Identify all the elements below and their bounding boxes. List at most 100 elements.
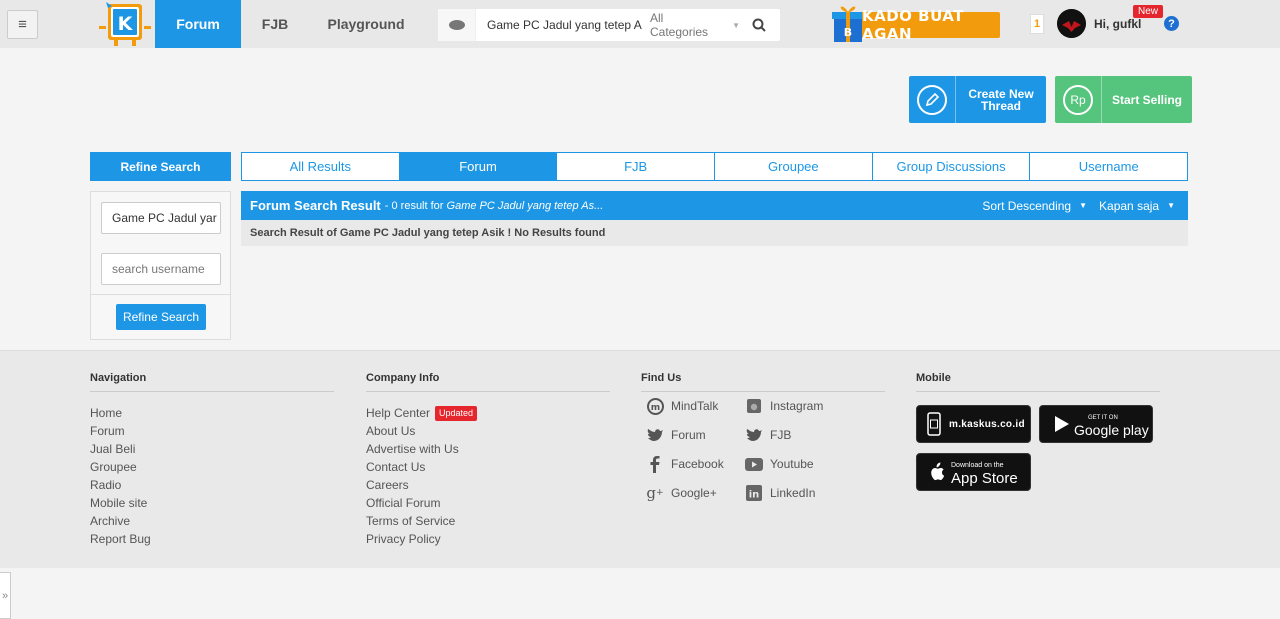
result-query: Game PC Jadul yang tetep As...: [446, 199, 604, 212]
notification-count[interactable]: 1: [1030, 14, 1044, 34]
svg-text:m: m: [650, 403, 659, 413]
help-icon[interactable]: ?: [1164, 16, 1179, 31]
promo-banner[interactable]: B KADO BUAT AGAN: [832, 2, 1000, 44]
promo-text: KADO BUAT AGAN: [862, 7, 1000, 43]
footer-link-contact-us[interactable]: Contact Us: [366, 458, 610, 476]
search-button[interactable]: [740, 9, 778, 41]
twitter-icon: [745, 426, 763, 444]
footer-link-about-us[interactable]: About Us: [366, 422, 610, 440]
tab-username[interactable]: Username: [1030, 153, 1187, 180]
search-input[interactable]: [476, 9, 642, 41]
footer-link-home[interactable]: Home: [90, 404, 334, 422]
google-play-button[interactable]: GET IT ON Google play: [1039, 405, 1153, 443]
mobile-site-label: m.kaskus.co.id: [949, 418, 1025, 430]
linkedin-icon: in: [745, 484, 763, 502]
social-forum-twitter[interactable]: Forum: [646, 426, 706, 444]
kaskus-logo[interactable]: K: [96, 0, 154, 46]
footer: Navigation Home Forum Jual Beli Groupee …: [0, 350, 1280, 568]
refine-search-button[interactable]: Refine Search: [116, 304, 206, 330]
new-badge: New: [1133, 5, 1164, 18]
avatar-image: [1057, 9, 1086, 38]
chat-icon[interactable]: [438, 9, 476, 41]
youtube-icon: [745, 455, 763, 473]
social-forum-label: Forum: [671, 428, 706, 442]
social-facebook[interactable]: Facebook: [646, 455, 724, 473]
tab-groupee[interactable]: Groupee: [715, 153, 873, 180]
start-selling-label: Start Selling: [1111, 92, 1182, 107]
user-greeting[interactable]: Hi, gufkl: [1094, 17, 1141, 31]
category-select-label: All Categories: [650, 11, 709, 39]
social-mindtalk-label: MindTalk: [671, 399, 719, 413]
tab-group-discussions[interactable]: Group Discussions: [873, 153, 1031, 180]
caret-down-icon: ▼: [1167, 201, 1175, 210]
footer-link-privacy[interactable]: Privacy Policy: [366, 530, 610, 548]
start-selling-button[interactable]: Rp Start Selling: [1055, 76, 1192, 123]
social-instagram[interactable]: Instagram: [745, 397, 823, 415]
create-thread-button[interactable]: Create New Thread: [909, 76, 1046, 123]
top-header: ≡ K Forum FJB Playground All Categories …: [0, 0, 1280, 48]
rupiah-icon-text: Rp: [1063, 84, 1093, 115]
nav-tab-fjb[interactable]: FJB: [246, 0, 304, 48]
refine-search-panel: Game PC Jadul yar search username Refine…: [90, 191, 231, 340]
app-store-button[interactable]: Download on the App Store: [916, 453, 1031, 491]
tab-fjb[interactable]: FJB: [557, 153, 716, 180]
social-youtube-label: Youtube: [770, 457, 814, 471]
page-bottom: [0, 568, 1280, 619]
avatar[interactable]: [1057, 9, 1086, 38]
social-facebook-label: Facebook: [671, 457, 724, 471]
mobile-site-button[interactable]: m.kaskus.co.id: [916, 405, 1031, 443]
footer-link-careers[interactable]: Careers: [366, 476, 610, 494]
rupiah-icon: Rp: [1055, 76, 1102, 123]
result-header: Forum Search Result - 0 result for Game …: [241, 191, 1188, 220]
category-select[interactable]: All Categories ▼: [642, 9, 740, 41]
sort-controls: Sort Descending ▼ Kapan saja ▼: [982, 191, 1175, 220]
footer-link-archive[interactable]: Archive: [90, 512, 334, 530]
social-fjb-label: FJB: [770, 428, 792, 442]
svg-text:K: K: [118, 13, 134, 35]
search-icon: [752, 18, 766, 32]
footer-link-groupee[interactable]: Groupee: [90, 458, 334, 476]
no-results-message: Search Result of Game PC Jadul yang tete…: [241, 220, 1188, 246]
footer-company-title: Company Info: [366, 372, 610, 392]
updated-badge: Updated: [435, 405, 478, 421]
social-mindtalk[interactable]: m MindTalk: [646, 397, 718, 415]
search-bar: All Categories ▼: [438, 9, 780, 41]
footer-navigation: Navigation Home Forum Jual Beli Groupee …: [90, 372, 334, 548]
nav-tab-forum[interactable]: Forum: [155, 0, 241, 48]
footer-link-terms[interactable]: Terms of Service: [366, 512, 610, 530]
gift-icon: B: [832, 6, 864, 42]
social-fjb-twitter[interactable]: FJB: [745, 426, 791, 444]
social-linkedin[interactable]: in LinkedIn: [745, 484, 815, 502]
instagram-icon: [745, 397, 763, 415]
footer-link-jual-beli[interactable]: Jual Beli: [90, 440, 334, 458]
facebook-icon: [646, 455, 664, 473]
twitter-icon: [646, 426, 664, 444]
footer-link-radio[interactable]: Radio: [90, 476, 334, 494]
create-thread-label: Create New Thread: [968, 86, 1034, 113]
svg-text:B: B: [844, 26, 852, 39]
sidebar-toggle-button[interactable]: »: [0, 572, 11, 619]
social-googleplus[interactable]: g + Google+: [646, 484, 717, 502]
pencil-icon: [909, 76, 956, 123]
footer-link-mobile-site[interactable]: Mobile site: [90, 494, 334, 512]
footer-link-help-center[interactable]: Help Center Updated: [366, 404, 610, 422]
keyword-input[interactable]: Game PC Jadul yar: [101, 202, 221, 234]
tab-forum[interactable]: Forum: [399, 153, 558, 180]
sort-dropdown[interactable]: Sort Descending: [982, 199, 1071, 213]
footer-link-advertise[interactable]: Advertise with Us: [366, 440, 610, 458]
menu-hamburger-button[interactable]: ≡: [7, 10, 38, 39]
username-input[interactable]: search username: [101, 253, 221, 285]
result-tabs: All Results Forum FJB Groupee Group Disc…: [241, 152, 1188, 181]
footer-link-forum[interactable]: Forum: [90, 422, 334, 440]
nav-tab-playground[interactable]: Playground: [318, 0, 414, 48]
footer-mobile-title: Mobile: [916, 372, 1160, 392]
social-googleplus-label: Google+: [671, 486, 717, 500]
result-count: - 0 result for Game PC Jadul yang tetep …: [385, 200, 603, 212]
time-dropdown[interactable]: Kapan saja: [1099, 199, 1159, 213]
footer-link-report-bug[interactable]: Report Bug: [90, 530, 334, 548]
social-youtube[interactable]: Youtube: [745, 455, 814, 473]
social-linkedin-label: LinkedIn: [770, 486, 816, 500]
tab-all-results[interactable]: All Results: [242, 153, 400, 180]
footer-link-official-forum[interactable]: Official Forum: [366, 494, 610, 512]
divider: [91, 294, 230, 295]
